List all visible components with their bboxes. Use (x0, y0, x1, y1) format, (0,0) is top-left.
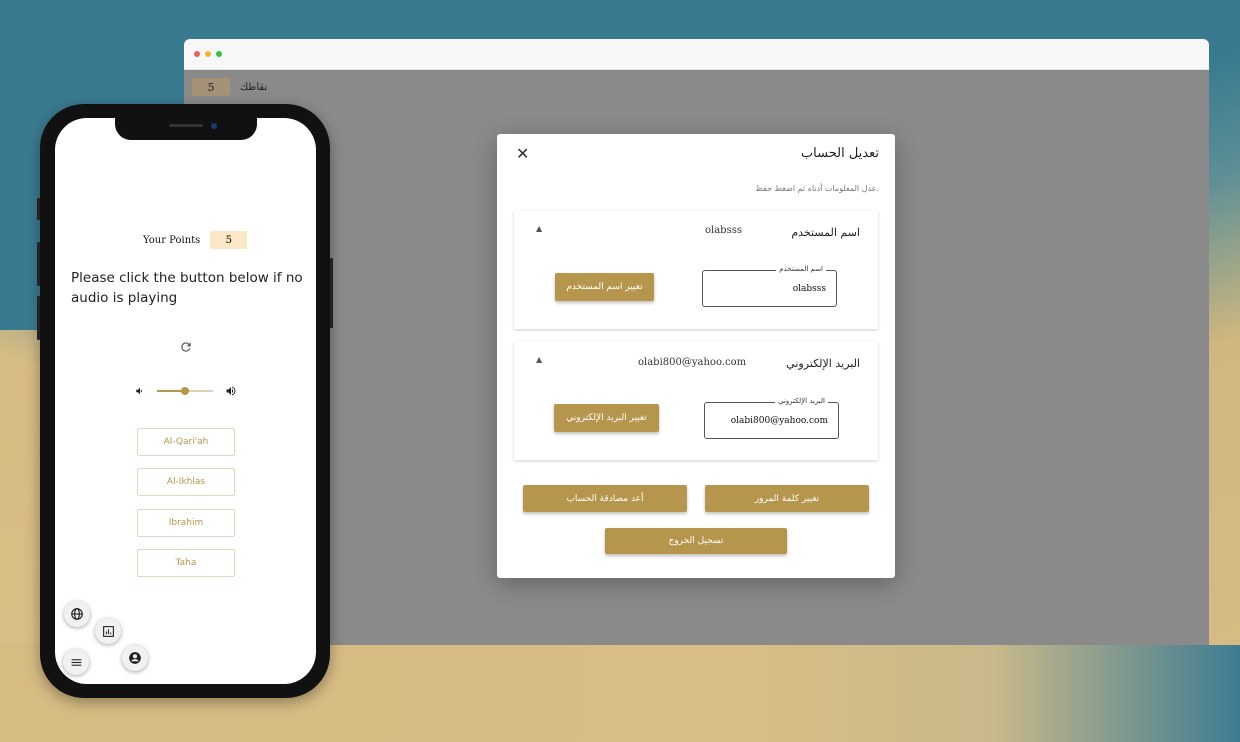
username-title: اسم المستخدم (791, 226, 860, 239)
username-panel: ▲ olabsss اسم المستخدم تغيير اسم المستخد… (514, 211, 878, 329)
points-value: 5 (192, 78, 230, 96)
volume-up-icon[interactable] (225, 385, 237, 397)
points-label: نقاطك (240, 81, 268, 93)
account-button[interactable] (122, 645, 148, 671)
username-field[interactable]: اسم المستخدم olabsss (702, 265, 837, 307)
chevron-up-icon[interactable]: ▲ (536, 355, 542, 364)
email-field-label: البريد الإلكتروني (775, 397, 828, 405)
phone-screen: Your Points 5 Please click the button be… (55, 118, 316, 684)
phone-volume-up (37, 242, 40, 286)
audio-instruction: Please click the button below if no audi… (71, 270, 303, 306)
email-field-value: olabi800@yahoo.com (730, 415, 828, 426)
reauthenticate-button[interactable]: أعد مصادقة الحساب (523, 485, 687, 512)
email-field[interactable]: البريد الإلكتروني olabi800@yahoo.com (704, 397, 839, 439)
phone-mockup: Your Points 5 Please click the button be… (37, 104, 333, 698)
email-value: olabi800@yahoo.com (638, 357, 747, 368)
choice-button[interactable]: Al-Ikhlas (137, 468, 235, 496)
phone-volume-down (37, 296, 40, 340)
stats-button[interactable] (95, 618, 121, 644)
email-panel: ▲ olabi800@yahoo.com البريد الإلكتروني ت… (514, 342, 878, 460)
edit-account-dialog: ✕ تعديل الحساب عدل المعلومات أدناه ثم اض… (497, 134, 895, 578)
username-value: olabsss (705, 225, 742, 236)
email-title: البريد الإلكتروني (786, 357, 860, 370)
volume-control (135, 384, 239, 398)
close-icon[interactable]: ✕ (516, 144, 529, 163)
your-points-row: Your Points 5 (143, 231, 248, 249)
choice-button[interactable]: Ibrahim (137, 509, 235, 537)
phone-power-button (330, 258, 333, 328)
menu-button[interactable] (63, 649, 89, 675)
globe-icon (71, 608, 83, 620)
phone-notch (115, 118, 257, 140)
username-field-value: olabsss (792, 283, 826, 294)
account-icon (129, 652, 141, 664)
volume-slider-thumb[interactable] (181, 387, 189, 395)
camera-icon (211, 123, 217, 129)
your-points-value: 5 (210, 231, 248, 249)
close-window-dot[interactable] (194, 51, 200, 57)
chart-icon (102, 625, 114, 637)
points-row: 5 نقاطك (192, 78, 267, 96)
your-points-label: Your Points (143, 234, 201, 246)
phone-mute-switch (37, 198, 40, 220)
change-username-button[interactable]: تغيير اسم المستخدم (555, 273, 654, 301)
menu-icon (71, 658, 81, 666)
dialog-hint: عدل المعلومات أدناه ثم اضغط حفظ. (755, 184, 879, 193)
refresh-icon[interactable] (179, 340, 193, 354)
speaker-grille (169, 124, 203, 127)
chevron-up-icon[interactable]: ▲ (536, 224, 542, 233)
dialog-title: تعديل الحساب (800, 146, 879, 161)
minimize-window-dot[interactable] (205, 51, 211, 57)
browser-titlebar (184, 39, 1209, 70)
logout-button[interactable]: تسجيل الخروج (605, 528, 787, 554)
username-field-label: اسم المستخدم (776, 265, 826, 273)
change-email-button[interactable]: تغيير البريد الإلكتروني (554, 404, 659, 432)
volume-slider[interactable] (157, 384, 213, 398)
choice-button[interactable]: Taha (137, 549, 235, 577)
volume-down-icon[interactable] (135, 386, 145, 396)
maximize-window-dot[interactable] (216, 51, 222, 57)
language-button[interactable] (64, 601, 90, 627)
choice-button[interactable]: Al-Qari'ah (137, 428, 235, 456)
change-password-button[interactable]: تغيير كلمة المرور (705, 485, 869, 512)
